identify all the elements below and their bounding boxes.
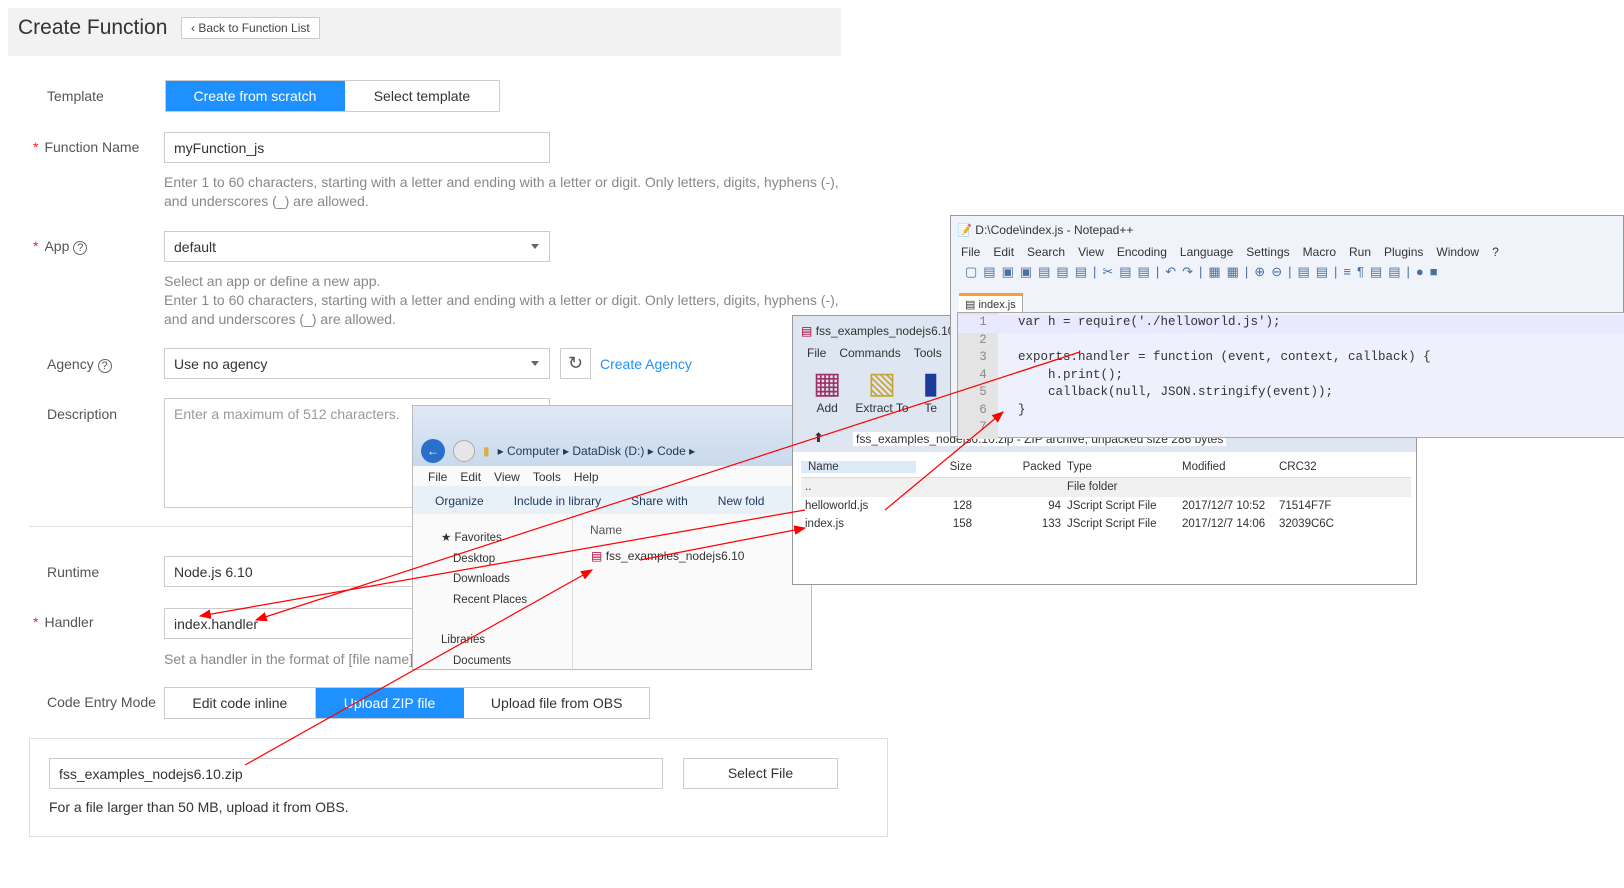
- arrow-line: [639, 525, 807, 561]
- arrow-line: [254, 351, 1081, 622]
- arrow-line: [884, 411, 1004, 511]
- arrow-line: [198, 509, 806, 619]
- annotation-arrows: [198, 351, 1081, 766]
